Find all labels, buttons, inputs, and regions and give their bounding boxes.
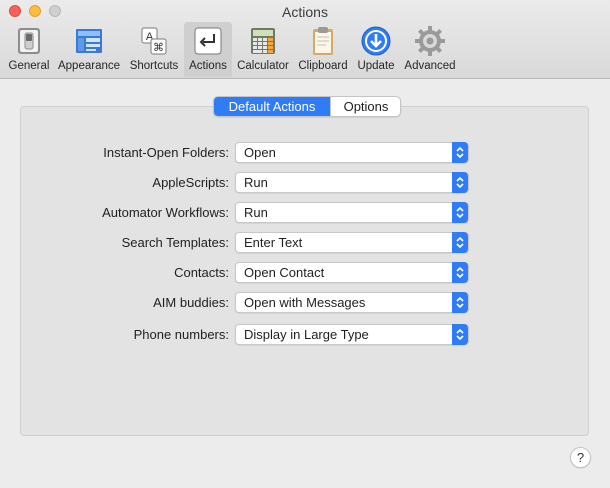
- actions-tab-control: Default Actions Options: [213, 96, 401, 117]
- help-button[interactable]: ?: [570, 447, 591, 468]
- setting-row-aim-buddies: AIM buddies: Open with Messages: [41, 292, 471, 314]
- popup-value: Open with Messages: [244, 295, 366, 310]
- setting-row-phone-numbers: Phone numbers: Display in Large Type: [41, 324, 471, 346]
- popup-value: Run: [244, 175, 268, 190]
- appearance-icon: [76, 29, 102, 53]
- popup-arrows-icon: [452, 324, 468, 345]
- popup-arrows-icon: [452, 142, 468, 163]
- actions-return-icon: [194, 27, 222, 55]
- toolbar-label: Appearance: [57, 60, 121, 72]
- window-title: Actions: [282, 4, 328, 20]
- automator-workflows-popup[interactable]: Run: [235, 202, 469, 223]
- setting-row-instant-open-folders: Instant-Open Folders: Open: [41, 142, 471, 164]
- setting-label: Instant-Open Folders:: [103, 145, 229, 160]
- toolbar-item-advanced[interactable]: Advanced: [400, 22, 460, 77]
- calculator-icon: [251, 28, 275, 54]
- shortcuts-icon: A ⌘: [141, 27, 167, 55]
- tab-options[interactable]: Options: [330, 97, 400, 116]
- popup-value: Display in Large Type: [244, 327, 369, 342]
- toolbar-item-shortcuts[interactable]: A ⌘ Shortcuts: [124, 22, 184, 77]
- toolbar-label: Clipboard: [298, 60, 348, 72]
- setting-label: Phone numbers:: [133, 327, 229, 342]
- toolbar: Actions General Appearance A ⌘ Shortcuts…: [0, 0, 610, 79]
- setting-row-contacts: Contacts: Open Contact: [41, 262, 471, 284]
- popup-arrows-icon: [452, 202, 468, 223]
- popup-arrows-icon: [452, 172, 468, 193]
- contacts-popup[interactable]: Open Contact: [235, 262, 469, 283]
- preferences-window: Actions General Appearance A ⌘ Shortcuts…: [0, 0, 610, 488]
- setting-row-automator-workflows: Automator Workflows: Run: [41, 202, 471, 224]
- toolbar-label: General: [8, 60, 50, 72]
- toolbar-item-clipboard[interactable]: Clipboard: [294, 22, 352, 77]
- settings-panel: Instant-Open Folders: Open AppleScripts:…: [20, 106, 589, 436]
- popup-value: Enter Text: [244, 235, 303, 250]
- aim-buddies-popup[interactable]: Open with Messages: [235, 292, 469, 313]
- popup-value: Open Contact: [244, 265, 325, 280]
- setting-label: Search Templates:: [121, 235, 229, 250]
- toolbar-label: Calculator: [237, 60, 289, 72]
- setting-row-applescripts: AppleScripts: Run: [41, 172, 471, 194]
- toolbar-label: Advanced: [404, 60, 456, 72]
- popup-value: Open: [244, 145, 276, 160]
- setting-label: Contacts:: [174, 265, 229, 280]
- popup-value: Run: [244, 205, 268, 220]
- toolbar-item-update[interactable]: Update: [352, 22, 400, 77]
- setting-label: AppleScripts:: [152, 175, 229, 190]
- setting-label: Automator Workflows:: [102, 205, 229, 220]
- applescripts-popup[interactable]: Run: [235, 172, 469, 193]
- instant-open-folders-popup[interactable]: Open: [235, 142, 469, 163]
- setting-row-search-templates: Search Templates: Enter Text: [41, 232, 471, 254]
- toolbar-label: Actions: [189, 60, 227, 72]
- svg-text:⌘: ⌘: [153, 41, 164, 54]
- toolbar-item-actions[interactable]: Actions: [184, 22, 232, 77]
- toolbar-label: Update: [357, 60, 395, 72]
- popup-arrows-icon: [452, 292, 468, 313]
- toolbar-item-general[interactable]: General: [4, 22, 54, 77]
- toolbar-item-calculator[interactable]: Calculator: [232, 22, 294, 77]
- popup-arrows-icon: [452, 262, 468, 283]
- toolbar-item-appearance[interactable]: Appearance: [54, 22, 124, 77]
- general-switch-icon: [18, 28, 40, 54]
- setting-label: AIM buddies:: [153, 295, 229, 310]
- popup-arrows-icon: [452, 232, 468, 253]
- toolbar-label: Shortcuts: [129, 60, 179, 72]
- clipboard-icon: [313, 27, 333, 55]
- search-templates-popup[interactable]: Enter Text: [235, 232, 469, 253]
- update-download-icon: [361, 26, 391, 56]
- gear-icon: [415, 26, 445, 56]
- tab-default-actions[interactable]: Default Actions: [214, 97, 330, 116]
- phone-numbers-popup[interactable]: Display in Large Type: [235, 324, 469, 345]
